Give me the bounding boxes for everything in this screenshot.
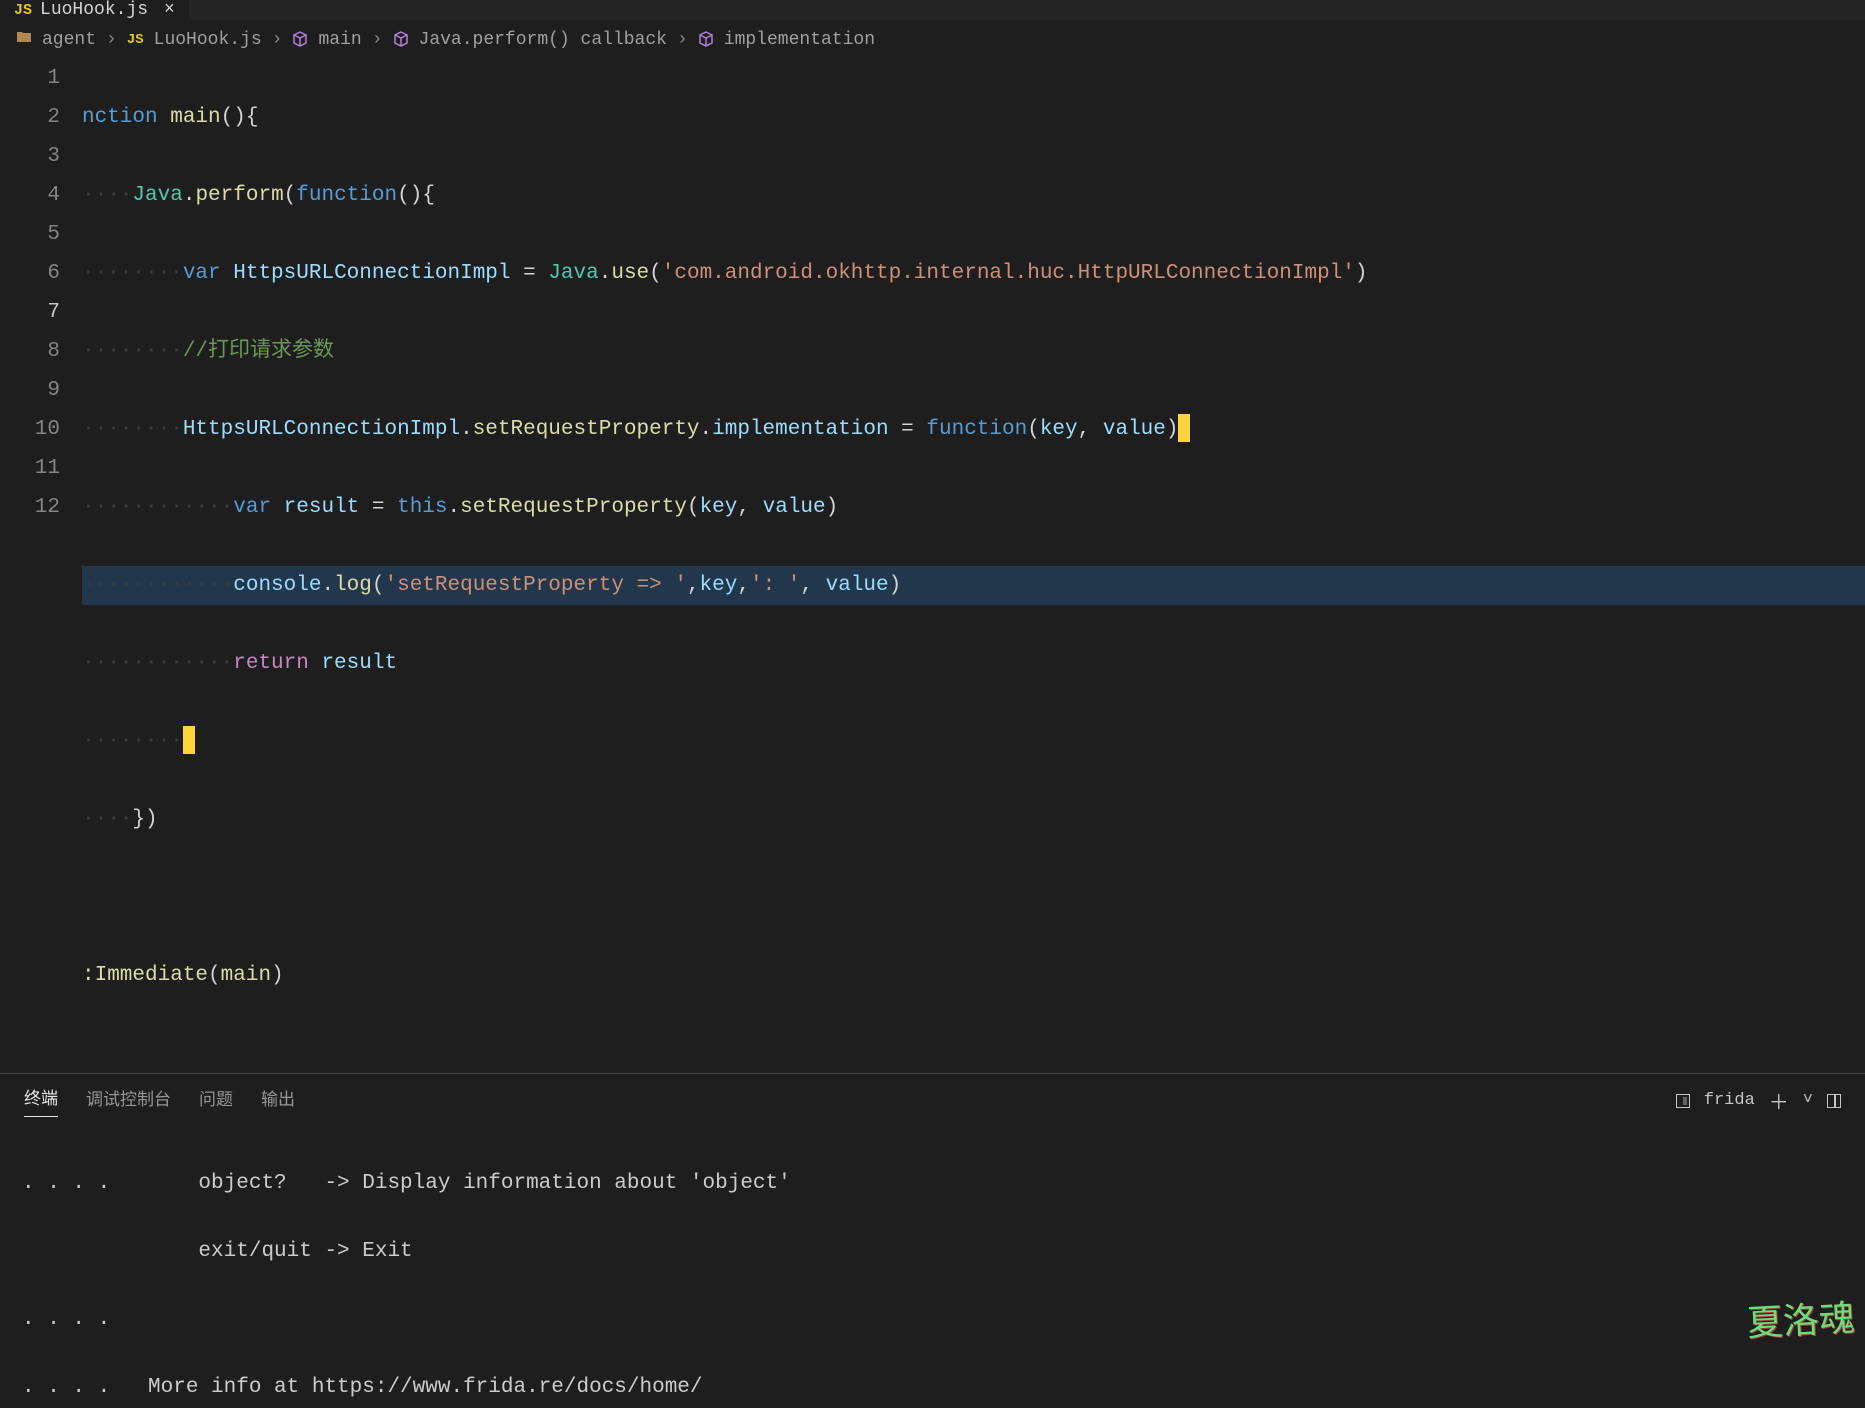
chevron-down-icon[interactable]: ˅ [1803,1091,1813,1110]
code-line [82,878,1865,917]
folder-icon [16,29,32,51]
chevron-right-icon: › [677,30,688,50]
breadcrumb: agent › JS LuoHook.js › main › Java.perf… [0,21,1865,59]
new-terminal-icon[interactable]: ＋ [1769,1086,1789,1116]
tab-luohook[interactable]: JS LuoHook.js × [0,0,189,20]
code-line: ············console.log('setRequestPrope… [82,566,1865,605]
launch-profile-icon[interactable] [1676,1094,1690,1108]
code-line: ········HttpsURLConnectionImpl.setReques… [82,410,1865,449]
line-number: 9 [0,371,60,410]
line-number: 5 [0,215,60,254]
line-number: 7 [0,293,60,332]
tab-output[interactable]: 输出 [261,1085,295,1117]
chevron-right-icon: › [372,30,383,50]
tab-filename: LuoHook.js [40,0,148,20]
panel-tabs: 终端 调试控制台 问题 输出 frida ＋ ˅ [0,1074,1865,1127]
editor[interactable]: 1 2 3 4 5 6 7 8 9 10 11 12 nction main()… [0,59,1865,1073]
code-line: ····Java.perform(function(){ [82,176,1865,215]
code-line: nction main(){ [82,98,1865,137]
breadcrumb-sym1[interactable]: main [318,30,361,50]
line-number: 1 [0,59,60,98]
close-icon[interactable]: × [164,0,175,20]
breadcrumb-sym2[interactable]: Java.perform() callback [419,30,667,50]
terminal-line: . . . . More info at https://www.frida.r… [22,1371,1843,1405]
line-number: 2 [0,98,60,137]
watermark: 夏洛魂 [1746,1301,1856,1341]
code-line: ············return result [82,644,1865,683]
cursor [183,726,195,754]
code-line: :Immediate(main) [82,956,1865,995]
js-icon: JS [14,2,32,19]
breadcrumb-file[interactable]: LuoHook.js [154,30,262,50]
chevron-right-icon: › [272,30,283,50]
line-number: 3 [0,137,60,176]
symbol-icon [698,30,714,50]
terminal-body[interactable]: . . . . object? -> Display information a… [0,1127,1865,1408]
panel-actions: frida ＋ ˅ [1676,1086,1841,1116]
tab-debug-console[interactable]: 调试控制台 [86,1085,171,1117]
line-number: 4 [0,176,60,215]
chevron-right-icon: › [106,30,117,50]
code-area[interactable]: nction main(){ ····Java.perform(function… [82,59,1865,1073]
terminal-line: exit/quit -> Exit [22,1235,1843,1269]
symbol-icon [393,30,409,50]
shell-name[interactable]: frida [1704,1091,1755,1110]
line-number: 12 [0,488,60,527]
code-line: ········ [82,722,1865,761]
tab-terminal[interactable]: 终端 [24,1084,58,1117]
cursor [1178,414,1190,442]
line-number: 6 [0,254,60,293]
gutter: 1 2 3 4 5 6 7 8 9 10 11 12 [0,59,82,1073]
code-line: ········var HttpsURLConnectionImpl = Jav… [82,254,1865,293]
breadcrumb-sym3[interactable]: implementation [724,30,875,50]
line-number: 8 [0,332,60,371]
bottom-panel: 终端 调试控制台 问题 输出 frida ＋ ˅ . . . . object?… [0,1073,1865,1408]
code-line: ····}) [82,800,1865,839]
js-icon: JS [127,32,144,48]
symbol-icon [292,30,308,50]
line-number: 10 [0,410,60,449]
terminal-line: . . . . [22,1303,1843,1337]
line-number: 11 [0,449,60,488]
code-line: ············var result = this.setRequest… [82,488,1865,527]
breadcrumb-folder[interactable]: agent [42,30,96,50]
code-line: ········//打印请求参数 [82,332,1865,371]
editor-tabs: JS LuoHook.js × [0,0,1865,21]
split-terminal-icon[interactable] [1827,1094,1841,1108]
tab-problems[interactable]: 问题 [199,1085,233,1117]
terminal-line: . . . . object? -> Display information a… [22,1167,1843,1201]
